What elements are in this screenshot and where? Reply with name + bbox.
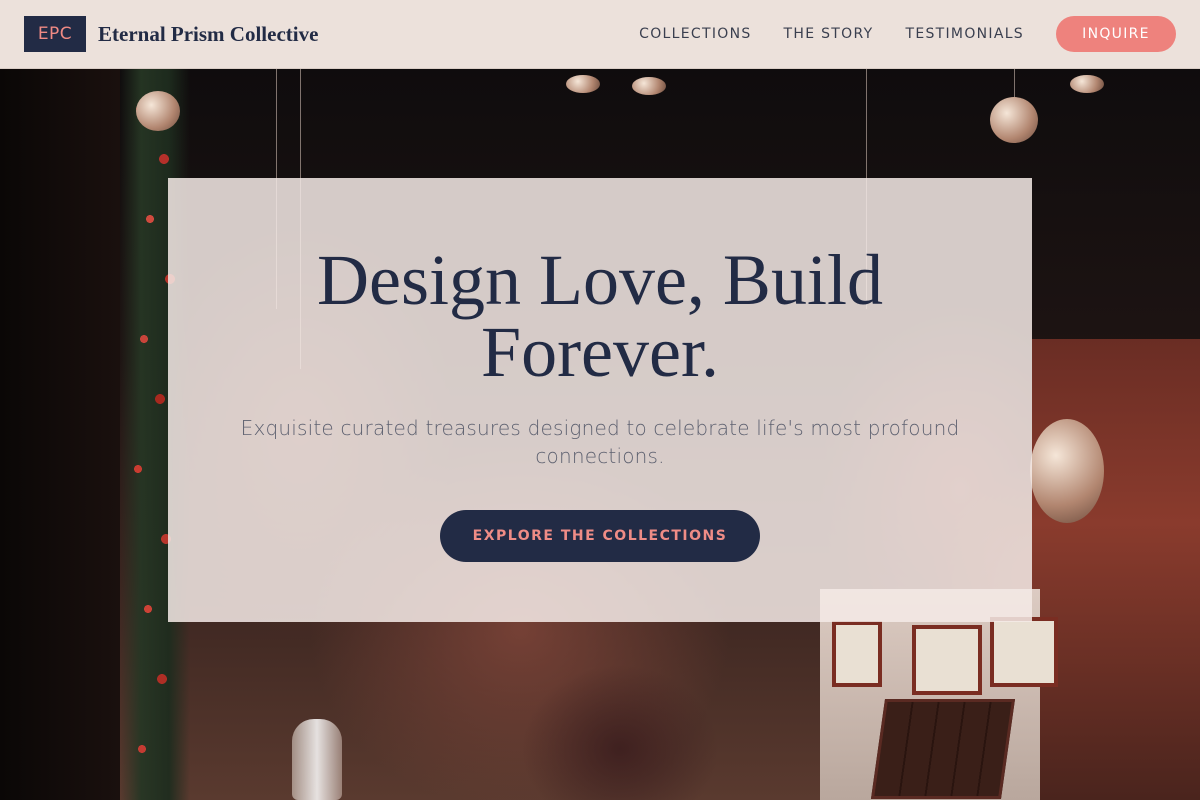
- bg-picture-frame: [912, 625, 982, 695]
- bg-glass-jar: [292, 719, 342, 800]
- logo-text: EPC: [37, 24, 73, 44]
- bg-chocolate-box: [870, 699, 1016, 799]
- bg-ornament: [632, 77, 666, 95]
- bg-ornament: [1070, 75, 1104, 93]
- bg-ornament: [990, 97, 1038, 143]
- bg-ornament: [1030, 419, 1104, 523]
- main-nav: COLLECTIONS THE STORY TESTIMONIALS INQUI…: [639, 16, 1176, 52]
- hero-card: Design Love, Build Forever. Exquisite cu…: [168, 178, 1032, 622]
- hero-subtitle: Exquisite curated treasures designed to …: [240, 416, 960, 468]
- bg-shadow: [0, 69, 120, 800]
- nav-link-collections[interactable]: COLLECTIONS: [639, 26, 751, 42]
- explore-collections-button[interactable]: EXPLORE THE COLLECTIONS: [440, 510, 760, 562]
- brand-name[interactable]: Eternal Prism Collective: [98, 22, 318, 47]
- bg-red-wall: [1032, 339, 1200, 800]
- nav-link-the-story[interactable]: THE STORY: [784, 26, 874, 42]
- inquire-button[interactable]: INQUIRE: [1056, 16, 1176, 52]
- site-header: EPC Eternal Prism Collective COLLECTIONS…: [0, 0, 1200, 69]
- nav-link-testimonials[interactable]: TESTIMONIALS: [905, 26, 1024, 42]
- bg-picture-frame: [990, 617, 1058, 687]
- bg-ornament: [136, 91, 180, 131]
- logo-badge[interactable]: EPC: [24, 16, 86, 52]
- bg-picture-frame: [832, 621, 882, 687]
- bg-ornament: [566, 75, 600, 93]
- hero-title: Design Love, Build Forever.: [317, 240, 883, 392]
